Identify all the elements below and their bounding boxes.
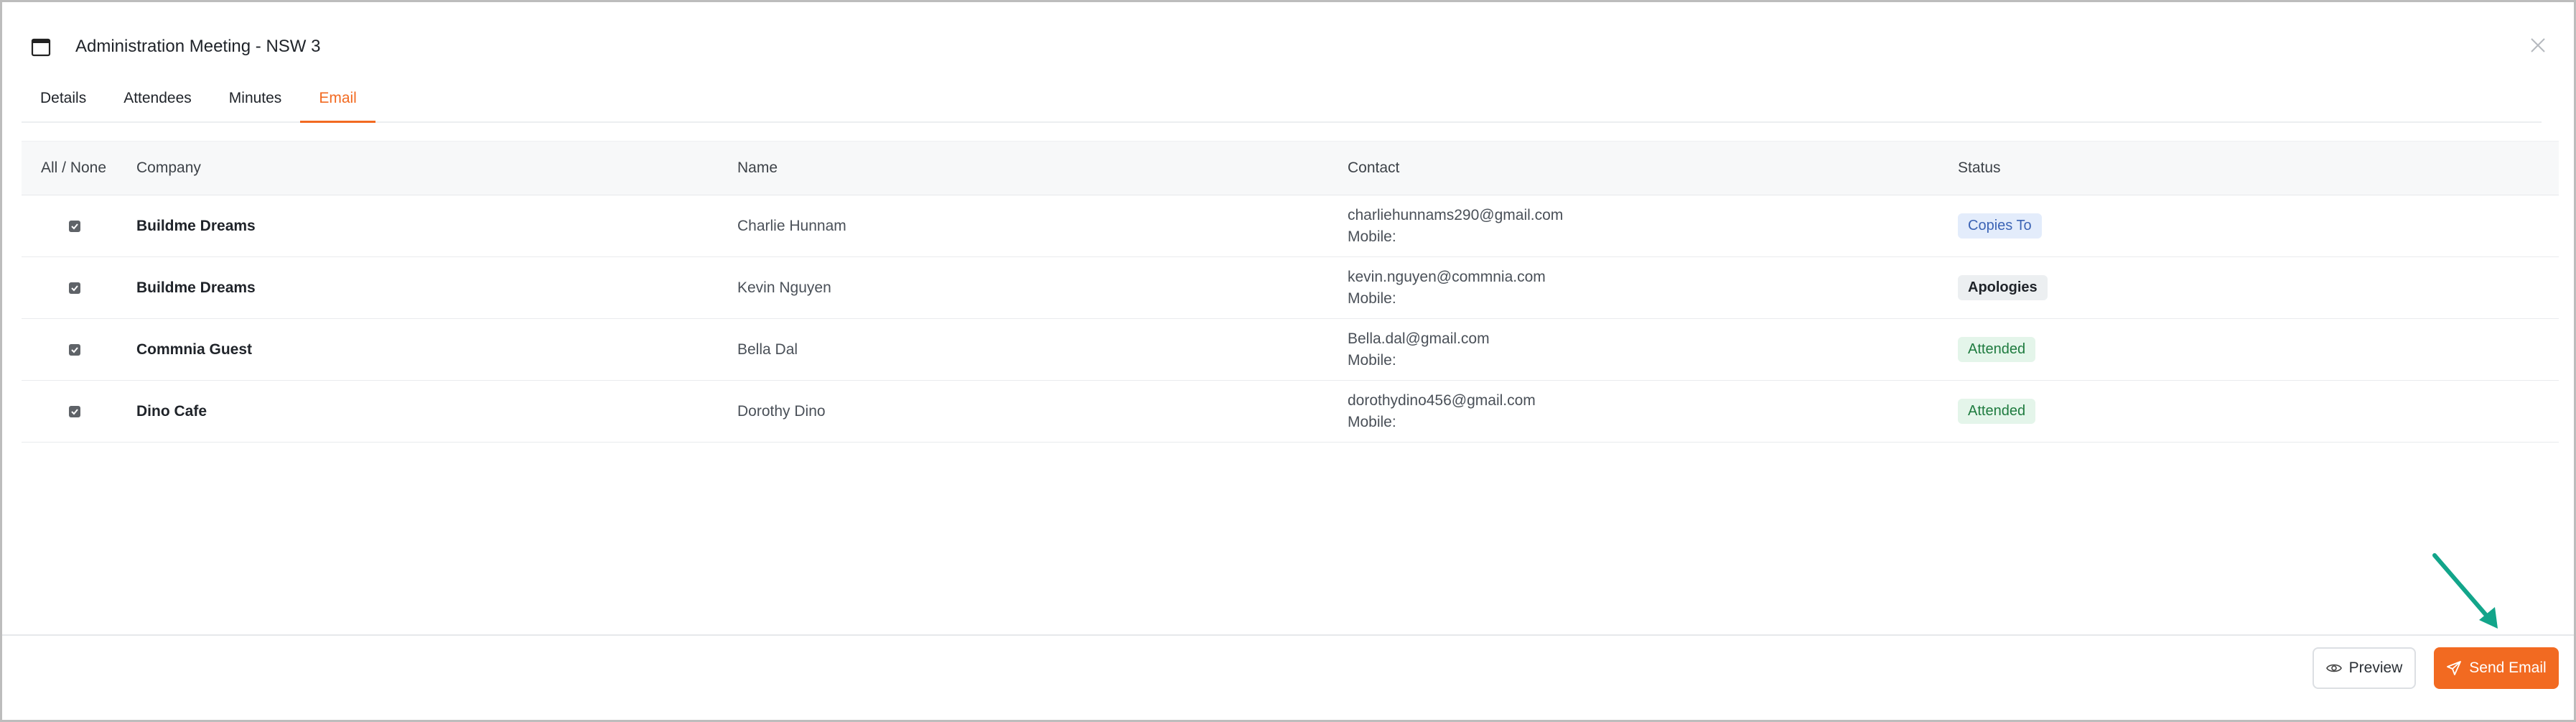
row-name: Dorothy Dino	[737, 402, 826, 420]
recipients-table: All / None Company Name Contact Status B…	[22, 141, 2559, 443]
row-name: Kevin Nguyen	[737, 279, 831, 296]
eye-icon	[2325, 662, 2342, 674]
row-company: Dino Cafe	[136, 402, 207, 420]
row-company: Buildme Dreams	[136, 279, 256, 296]
modal-header: Administration Meeting - NSW 3	[29, 31, 320, 63]
annotation-arrow-icon	[2432, 553, 2498, 629]
status-badge: Copies To	[1958, 213, 2042, 239]
close-icon[interactable]	[2524, 31, 2552, 60]
column-header-contact: Contact	[1348, 159, 1400, 176]
select-all-none-toggle[interactable]: All / None	[22, 159, 128, 177]
row-contact: kevin.nguyen@commnia.com Mobile:	[1339, 267, 1949, 310]
table-row: Dino Cafe Dorothy Dino dorothydino456@gm…	[22, 381, 2559, 443]
tab-bar: Details Attendees Minutes Email	[22, 80, 2542, 123]
table-row: Buildme Dreams Charlie Hunnam charliehun…	[22, 195, 2559, 257]
tab-email[interactable]: Email	[300, 80, 375, 123]
contact-mobile: Mobile:	[1348, 351, 1396, 369]
tab-details[interactable]: Details	[22, 80, 105, 121]
calendar-icon	[29, 35, 52, 58]
contact-email: charliehunnams290@gmail.com	[1348, 206, 1564, 223]
footer-divider	[2, 634, 2574, 636]
meeting-modal: Administration Meeting - NSW 3 Details A…	[0, 0, 2576, 722]
row-checkbox[interactable]	[69, 343, 80, 356]
status-badge: Attended	[1958, 337, 2036, 362]
contact-email: dorothydino456@gmail.com	[1348, 392, 1536, 409]
row-checkbox[interactable]	[69, 405, 80, 417]
column-header-company: Company	[136, 159, 201, 176]
column-header-status: Status	[1958, 159, 2001, 176]
contact-email: kevin.nguyen@commnia.com	[1348, 268, 1546, 285]
row-company: Buildme Dreams	[136, 217, 256, 234]
send-icon	[2446, 660, 2462, 676]
send-email-label: Send Email	[2469, 659, 2547, 676]
row-contact: dorothydino456@gmail.com Mobile:	[1339, 390, 1949, 433]
send-email-button[interactable]: Send Email	[2434, 647, 2559, 689]
contact-mobile: Mobile:	[1348, 228, 1396, 245]
row-contact: Bella.dal@gmail.com Mobile:	[1339, 328, 1949, 371]
contact-mobile: Mobile:	[1348, 413, 1396, 430]
status-badge: Attended	[1958, 399, 2036, 424]
row-contact: charliehunnams290@gmail.com Mobile:	[1339, 205, 1949, 248]
table-header-row: All / None Company Name Contact Status	[22, 141, 2559, 195]
preview-label: Preview	[2348, 659, 2403, 676]
tab-attendees[interactable]: Attendees	[105, 80, 210, 121]
row-company: Commnia Guest	[136, 341, 253, 358]
row-checkbox[interactable]	[69, 282, 80, 294]
column-header-name: Name	[737, 159, 778, 176]
table-row: Commnia Guest Bella Dal Bella.dal@gmail.…	[22, 319, 2559, 381]
contact-email: Bella.dal@gmail.com	[1348, 330, 1490, 347]
row-name: Charlie Hunnam	[737, 217, 846, 234]
modal-title: Administration Meeting - NSW 3	[75, 37, 321, 56]
contact-mobile: Mobile:	[1348, 290, 1396, 307]
preview-button[interactable]: Preview	[2313, 647, 2416, 689]
status-badge: Apologies	[1958, 275, 2048, 300]
row-checkbox[interactable]	[69, 220, 80, 232]
table-row: Buildme Dreams Kevin Nguyen kevin.nguyen…	[22, 257, 2559, 319]
row-name: Bella Dal	[737, 341, 798, 358]
tab-minutes[interactable]: Minutes	[210, 80, 301, 121]
